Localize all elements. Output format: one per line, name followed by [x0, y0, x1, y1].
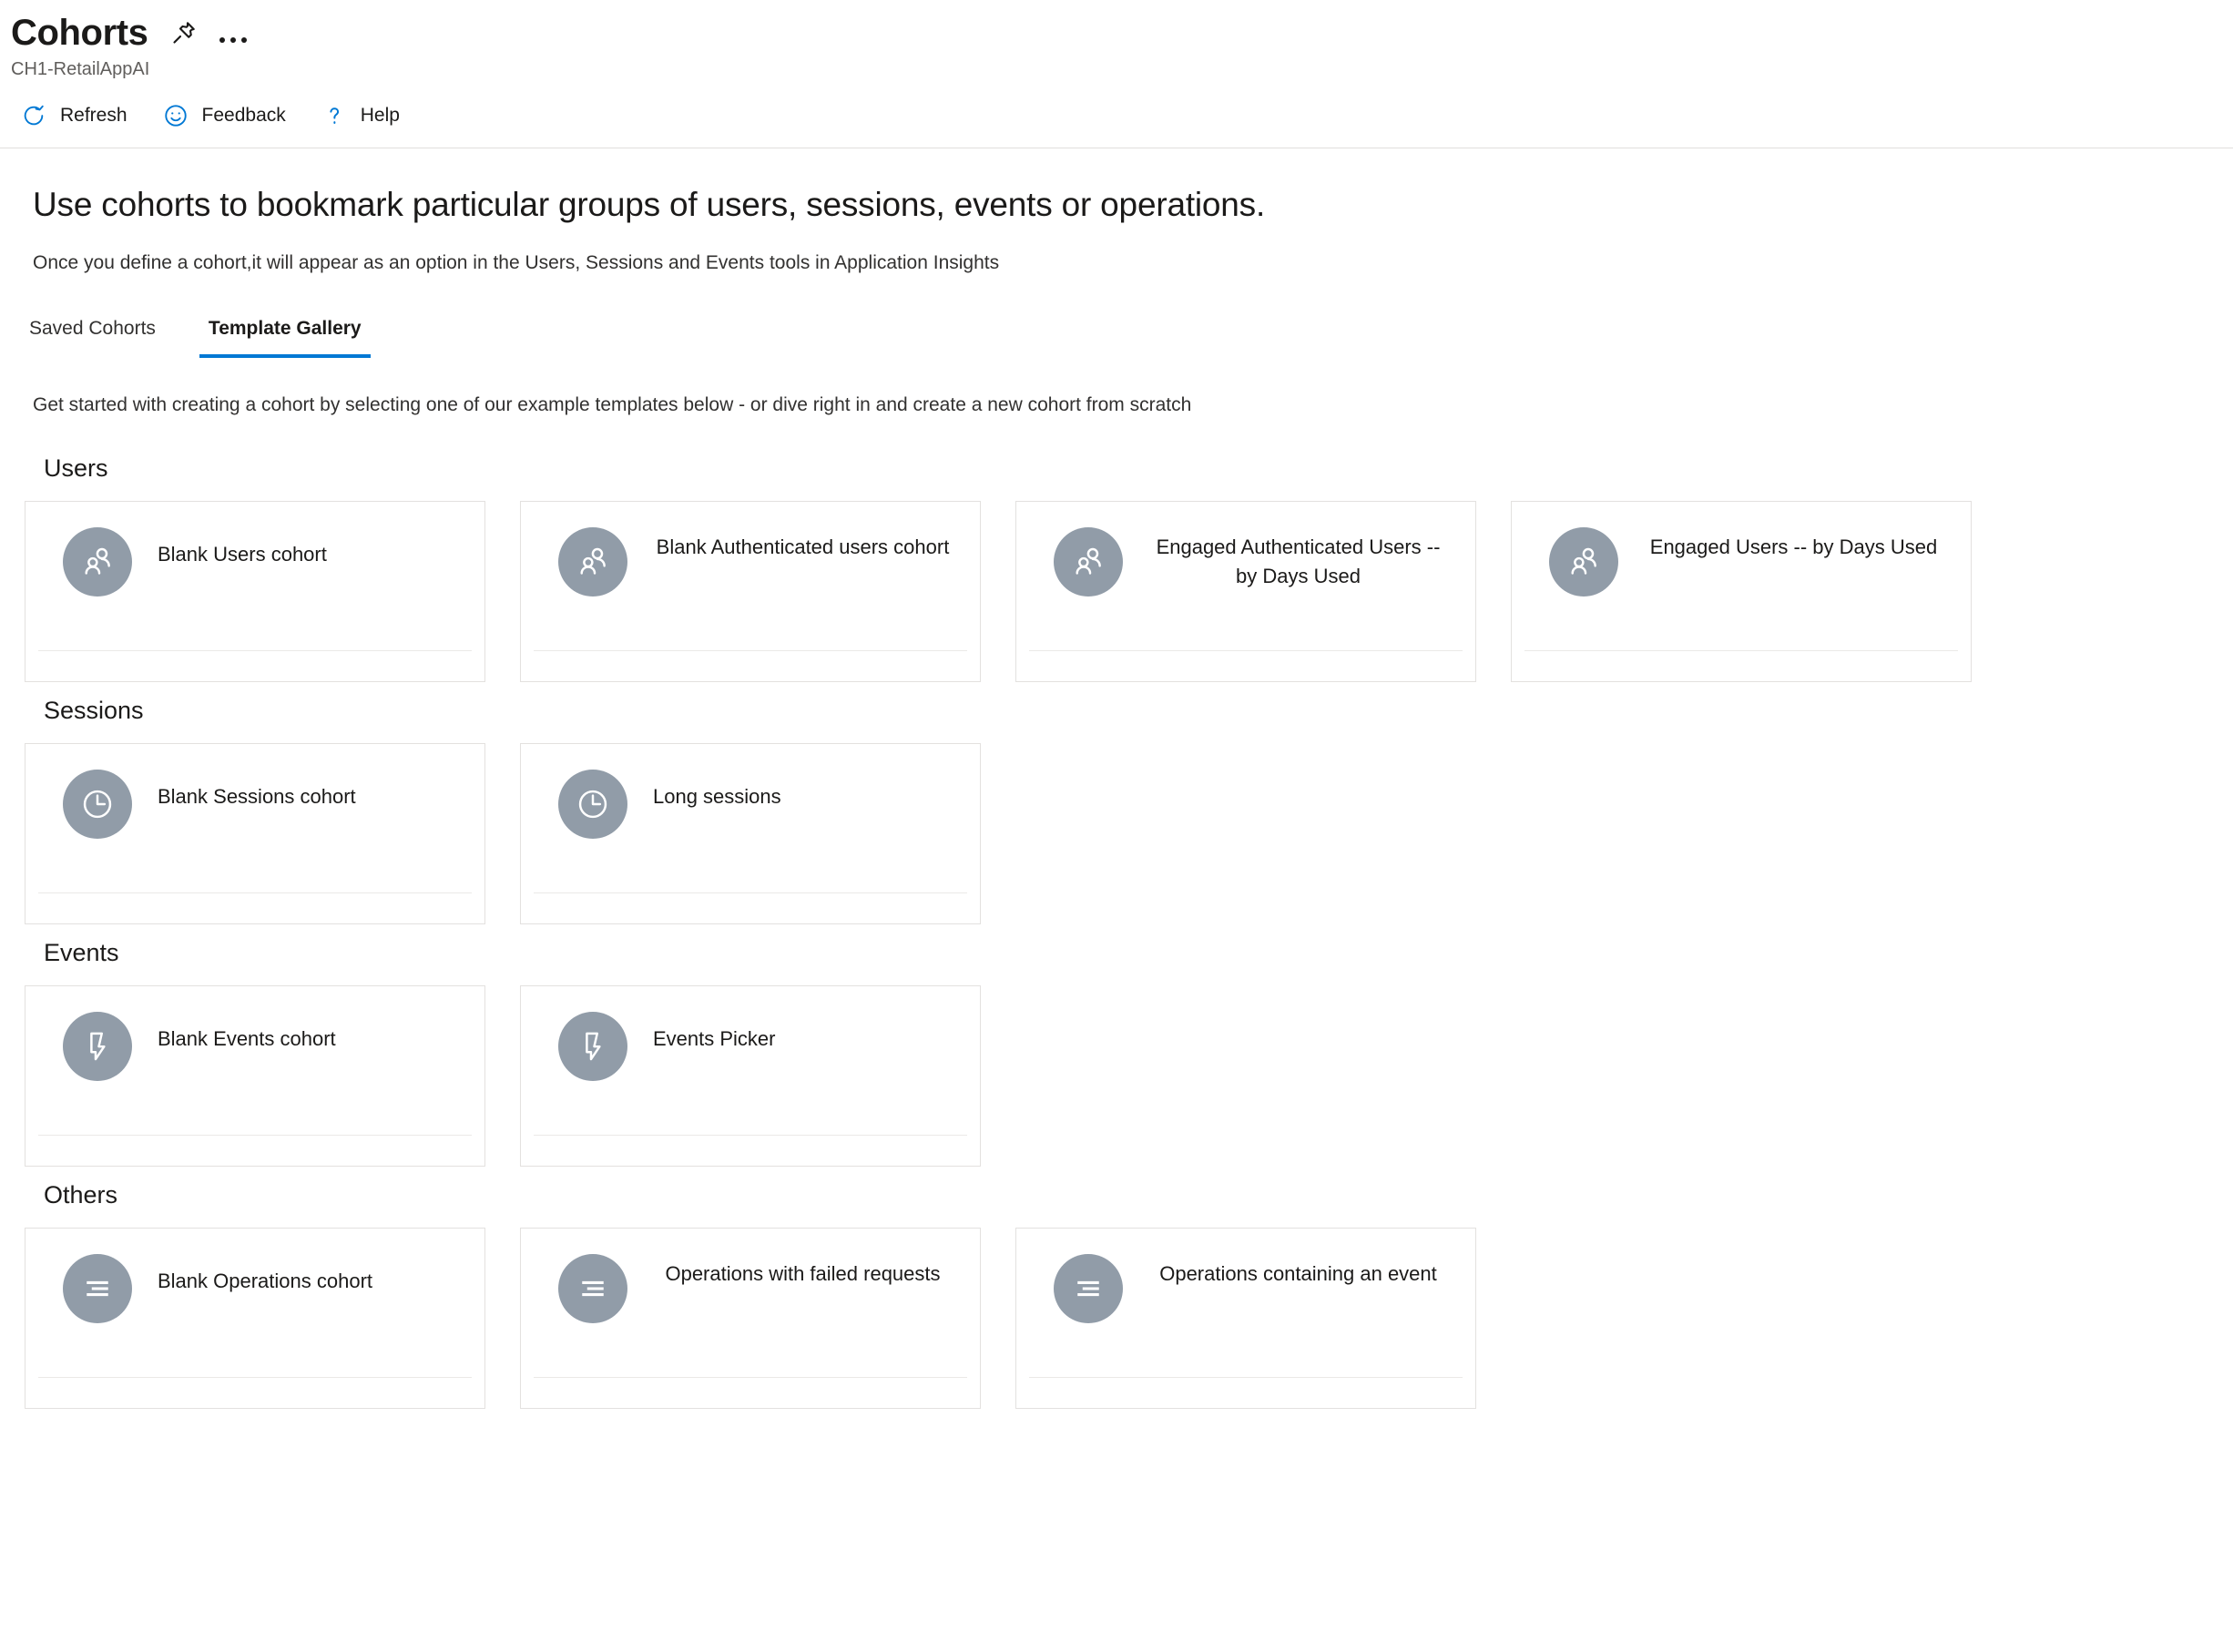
- card-title: Events Picker: [653, 1012, 953, 1054]
- smiley-icon: [162, 102, 189, 129]
- intro-block: Use cohorts to bookmark particular group…: [0, 148, 2233, 274]
- card-title: Blank Operations cohort: [158, 1254, 457, 1296]
- people-icon: [558, 527, 627, 597]
- tab-list: Saved Cohorts Template Gallery: [0, 274, 2233, 358]
- command-bar: Refresh Feedback Help: [0, 80, 2233, 148]
- bolt-icon: [63, 1012, 132, 1081]
- template-card-operations-with-failed-requests[interactable]: Operations with failed requests: [520, 1228, 981, 1409]
- card-title: Engaged Authenticated Users -- by Days U…: [1148, 527, 1448, 591]
- page-title: Cohorts: [11, 13, 148, 54]
- template-card-long-sessions[interactable]: Long sessions: [520, 743, 981, 924]
- template-card-events-picker[interactable]: Events Picker: [520, 985, 981, 1167]
- template-sections: Users Blank Users cohort: [0, 416, 2233, 1409]
- refresh-label: Refresh: [60, 105, 127, 127]
- section-sessions: Sessions Blank Sessions cohort: [0, 697, 2233, 924]
- section-users: Users Blank Users cohort: [0, 454, 2233, 682]
- gallery-lead-text: Get started with creating a cohort by se…: [0, 358, 2233, 416]
- card-divider: [534, 1377, 967, 1378]
- operations-icon: [1054, 1254, 1123, 1323]
- card-title: Operations with failed requests: [653, 1254, 953, 1289]
- question-icon: [321, 102, 348, 129]
- card-title: Operations containing an event: [1148, 1254, 1448, 1289]
- card-divider: [1524, 650, 1958, 651]
- resource-subtitle: CH1-RetailAppAI: [0, 54, 2233, 80]
- operations-icon: [558, 1254, 627, 1323]
- section-title: Sessions: [0, 697, 2233, 725]
- ellipsis-icon[interactable]: [219, 17, 247, 48]
- tab-template-gallery[interactable]: Template Gallery: [199, 318, 371, 358]
- card-title: Long sessions: [653, 770, 953, 811]
- card-divider: [38, 650, 472, 651]
- template-card-operations-containing-an-event[interactable]: Operations containing an event: [1015, 1228, 1476, 1409]
- help-button[interactable]: Help: [321, 102, 400, 129]
- template-card-blank-users-cohort[interactable]: Blank Users cohort: [25, 501, 485, 682]
- card-row: Blank Sessions cohort Long sessions: [0, 743, 2233, 924]
- feedback-label: Feedback: [202, 105, 286, 127]
- clock-icon: [558, 770, 627, 839]
- tab-saved-cohorts[interactable]: Saved Cohorts: [20, 318, 165, 358]
- card-title: Engaged Users -- by Days Used: [1644, 527, 1943, 562]
- card-divider: [534, 1135, 967, 1136]
- section-title: Users: [0, 454, 2233, 483]
- card-title: Blank Sessions cohort: [158, 770, 457, 811]
- section-title: Others: [0, 1181, 2233, 1209]
- card-divider: [1029, 1377, 1463, 1378]
- clock-icon: [63, 770, 132, 839]
- card-divider: [38, 1135, 472, 1136]
- people-icon: [1054, 527, 1123, 597]
- pin-icon[interactable]: [170, 19, 198, 46]
- section-others: Others Blank Operations cohort: [0, 1181, 2233, 1409]
- card-row: Blank Events cohort Events Picker: [0, 985, 2233, 1167]
- template-card-blank-sessions-cohort[interactable]: Blank Sessions cohort: [25, 743, 485, 924]
- card-divider: [534, 892, 967, 893]
- card-row: Blank Operations cohort Operations with …: [0, 1228, 2233, 1409]
- card-divider: [38, 892, 472, 893]
- card-row: Blank Users cohort Blank Authenticated u: [0, 501, 2233, 682]
- template-card-engaged-users-by-days-used[interactable]: Engaged Users -- by Days Used: [1511, 501, 1972, 682]
- card-title: Blank Authenticated users cohort: [653, 527, 953, 562]
- card-divider: [1029, 650, 1463, 651]
- page-header: Cohorts: [0, 0, 2233, 54]
- template-card-blank-events-cohort[interactable]: Blank Events cohort: [25, 985, 485, 1167]
- bolt-icon: [558, 1012, 627, 1081]
- refresh-icon: [20, 102, 47, 129]
- card-divider: [38, 1377, 472, 1378]
- intro-description: Once you define a cohort,it will appear …: [33, 252, 2233, 274]
- section-title: Events: [0, 939, 2233, 967]
- people-icon: [63, 527, 132, 597]
- template-card-blank-authenticated-users-cohort[interactable]: Blank Authenticated users cohort: [520, 501, 981, 682]
- help-label: Help: [361, 105, 400, 127]
- operations-icon: [63, 1254, 132, 1323]
- template-card-blank-operations-cohort[interactable]: Blank Operations cohort: [25, 1228, 485, 1409]
- card-title: Blank Events cohort: [158, 1012, 457, 1054]
- card-divider: [534, 650, 967, 651]
- intro-heading: Use cohorts to bookmark particular group…: [33, 185, 2233, 225]
- section-events: Events Blank Events cohort: [0, 939, 2233, 1167]
- people-icon: [1549, 527, 1618, 597]
- refresh-button[interactable]: Refresh: [20, 102, 127, 129]
- card-title: Blank Users cohort: [158, 527, 457, 569]
- feedback-button[interactable]: Feedback: [162, 102, 286, 129]
- template-card-engaged-authenticated-users-by-days-used[interactable]: Engaged Authenticated Users -- by Days U…: [1015, 501, 1476, 682]
